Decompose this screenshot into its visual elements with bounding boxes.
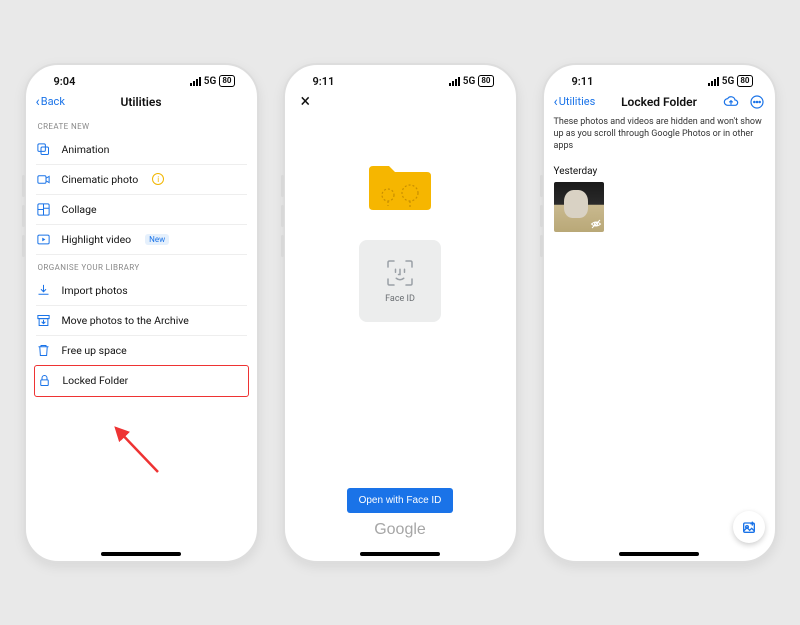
highlight-icon xyxy=(36,231,52,247)
lock-icon xyxy=(37,373,53,389)
row-highlight-video[interactable]: Highlight video New xyxy=(36,225,247,255)
section-organise: ORGANISE YOUR LIBRARY xyxy=(38,263,245,272)
phone-locked-folder: 9:11 5G 80 ‹ Utilities Locked Folder The… xyxy=(542,63,777,563)
row-label: Free up space xyxy=(62,344,127,357)
row-import[interactable]: Import photos xyxy=(36,276,247,306)
photo-thumbnail[interactable] xyxy=(554,182,604,232)
row-archive[interactable]: Move photos to the Archive xyxy=(36,306,247,336)
callout-arrow-icon xyxy=(106,420,166,480)
phone-faceid: 9:11 5G 80 × Face ID Open with Face ID G… xyxy=(283,63,518,563)
hidden-photo-icon xyxy=(590,218,602,230)
archive-icon xyxy=(36,312,52,328)
row-label: Collage xyxy=(62,203,97,216)
locked-folder-illustration-icon xyxy=(365,160,435,212)
row-cinematic[interactable]: Cinematic photo i xyxy=(36,165,247,195)
unlock-content: Face ID Open with Face ID Google xyxy=(295,114,506,551)
home-indicator xyxy=(619,552,699,556)
info-badge-icon: i xyxy=(152,173,164,185)
page-title: Locked Folder xyxy=(554,95,765,109)
import-icon xyxy=(36,282,52,298)
open-with-faceid-button[interactable]: Open with Face ID xyxy=(347,488,454,513)
row-label: Animation xyxy=(62,143,110,156)
google-logo: Google xyxy=(374,521,426,539)
faceid-icon xyxy=(385,258,415,288)
row-label: Locked Folder xyxy=(63,374,129,387)
home-indicator xyxy=(360,552,440,556)
status-net: 5G xyxy=(722,76,735,87)
home-indicator xyxy=(101,552,181,556)
close-button[interactable]: × xyxy=(295,93,317,111)
faceid-tile: Face ID xyxy=(359,240,441,322)
faceid-label: Face ID xyxy=(385,294,415,304)
description-text: These photos and videos are hidden and w… xyxy=(554,116,765,152)
status-net: 5G xyxy=(463,76,476,87)
row-label: Import photos xyxy=(62,284,128,297)
row-label: Move photos to the Archive xyxy=(62,314,189,327)
day-header: Yesterday xyxy=(554,166,765,177)
battery-icon: 80 xyxy=(219,75,234,87)
battery-icon: 80 xyxy=(478,75,493,87)
trash-icon xyxy=(36,342,52,358)
add-photo-fab[interactable] xyxy=(733,511,765,543)
page-title: Utilities xyxy=(36,95,247,109)
battery-icon: 80 xyxy=(737,75,752,87)
status-time: 9:04 xyxy=(54,75,76,88)
status-net: 5G xyxy=(204,76,217,87)
navbar: × xyxy=(295,90,506,114)
signal-icon xyxy=(708,77,719,86)
collage-icon xyxy=(36,201,52,217)
row-collage[interactable]: Collage xyxy=(36,195,247,225)
signal-icon xyxy=(449,77,460,86)
callout-highlight-box: Locked Folder xyxy=(34,365,249,397)
navbar: ‹ Utilities Locked Folder xyxy=(554,90,765,114)
row-animation[interactable]: Animation xyxy=(36,135,247,165)
new-badge: New xyxy=(145,234,169,245)
cinematic-icon xyxy=(36,171,52,187)
row-label: Highlight video xyxy=(62,233,132,246)
row-freeup[interactable]: Free up space xyxy=(36,336,247,366)
signal-icon xyxy=(190,77,201,86)
animation-icon xyxy=(36,141,52,157)
status-time: 9:11 xyxy=(572,75,594,88)
phone-utilities: 9:04 5G 80 ‹ Back Utilities CREATE NEW A… xyxy=(24,63,259,563)
row-label: Cinematic photo xyxy=(62,173,139,186)
navbar: ‹ Back Utilities xyxy=(36,90,247,114)
section-create-new: CREATE NEW xyxy=(38,122,245,131)
status-time: 9:11 xyxy=(313,75,335,88)
row-locked-folder[interactable]: Locked Folder xyxy=(37,366,246,396)
